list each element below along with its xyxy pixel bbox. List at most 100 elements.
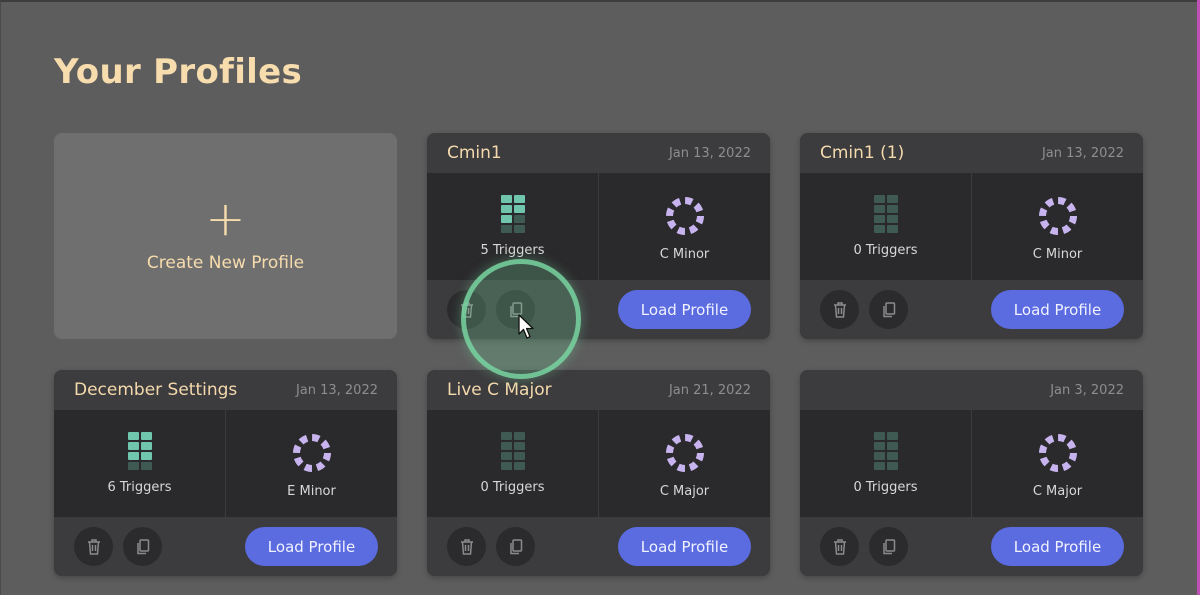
key-stat: C Major xyxy=(598,410,770,517)
grid-cell xyxy=(513,452,525,460)
grid-cell xyxy=(873,442,885,450)
load-profile-button[interactable]: Load Profile xyxy=(991,527,1124,566)
grid-cell xyxy=(886,195,898,203)
copy-icon xyxy=(509,538,522,554)
load-profile-button[interactable]: Load Profile xyxy=(245,527,378,566)
ring-icon xyxy=(665,434,704,472)
grid-cell xyxy=(127,432,139,440)
triggers-stat: 5 Triggers xyxy=(427,173,598,280)
grid-cell xyxy=(140,432,152,440)
profile-card: Cmin1 (1) Jan 13, 2022 0 Triggers C Mino… xyxy=(800,133,1143,339)
profile-card-footer: Load Profile xyxy=(800,280,1143,339)
profile-card: December Settings Jan 13, 2022 6 Trigger… xyxy=(54,370,397,576)
profile-name: December Settings xyxy=(74,380,238,400)
profile-card-header: Jan 3, 2022 xyxy=(800,370,1143,410)
profile-name: Cmin1 (1) xyxy=(820,143,905,163)
duplicate-button[interactable] xyxy=(869,527,908,566)
profile-card-header: Cmin1 (1) Jan 13, 2022 xyxy=(800,133,1143,173)
trash-icon xyxy=(833,538,846,555)
profile-card-footer: Load Profile xyxy=(427,517,770,576)
triggers-label: 0 Triggers xyxy=(853,480,918,495)
key-stat: E Minor xyxy=(225,410,397,517)
grid-cell xyxy=(500,215,512,223)
grid-cell xyxy=(500,442,512,450)
grid-cell xyxy=(886,205,898,213)
profile-stats: 0 Triggers C Major xyxy=(427,410,770,517)
triggers-stat: 0 Triggers xyxy=(427,410,598,517)
profile-stats: 5 Triggers C Minor xyxy=(427,173,770,280)
profile-card-footer: Load Profile xyxy=(427,280,770,339)
grid-cell xyxy=(886,452,898,460)
grid-cell xyxy=(500,195,512,203)
copy-icon xyxy=(882,538,895,554)
grid-cell xyxy=(513,215,525,223)
key-stat: C Major xyxy=(971,410,1143,517)
load-profile-button[interactable]: Load Profile xyxy=(618,527,751,566)
grid-cell xyxy=(500,205,512,213)
profile-card-footer: Load Profile xyxy=(54,517,397,576)
grid-cell xyxy=(873,462,885,470)
grid-cell xyxy=(873,225,885,233)
key-label: C Minor xyxy=(1032,247,1083,262)
duplicate-button[interactable] xyxy=(496,290,535,329)
trash-icon xyxy=(460,538,473,555)
trash-icon xyxy=(87,538,100,555)
key-label: C Minor xyxy=(659,247,710,262)
profile-card-footer: Load Profile xyxy=(800,517,1143,576)
duplicate-button[interactable] xyxy=(123,527,162,566)
delete-button[interactable] xyxy=(820,527,859,566)
grid-cell xyxy=(886,225,898,233)
profile-stats: 0 Triggers C Minor xyxy=(800,173,1143,280)
grid-cell xyxy=(873,452,885,460)
create-new-profile-card[interactable]: + Create New Profile xyxy=(54,133,397,339)
grid-cell xyxy=(140,462,152,470)
profile-date: Jan 13, 2022 xyxy=(1041,145,1124,161)
copy-icon xyxy=(509,301,522,317)
delete-button[interactable] xyxy=(447,290,486,329)
plus-icon: + xyxy=(205,191,246,247)
ring-icon xyxy=(1038,197,1077,235)
profile-card-header: Live C Major Jan 21, 2022 xyxy=(427,370,770,410)
trash-icon xyxy=(833,301,846,318)
profile-stats: 6 Triggers E Minor xyxy=(54,410,397,517)
profile-card: Jan 3, 2022 0 Triggers C Major Load Prof… xyxy=(800,370,1143,576)
profile-date: Jan 13, 2022 xyxy=(295,382,378,398)
triggers-stat: 0 Triggers xyxy=(800,410,971,517)
grid-cell xyxy=(886,215,898,223)
triggers-label: 5 Triggers xyxy=(480,243,545,258)
load-profile-button[interactable]: Load Profile xyxy=(991,290,1124,329)
trash-icon xyxy=(460,301,473,318)
grid-cell xyxy=(500,225,512,233)
grid-cell xyxy=(873,432,885,440)
grid-cell xyxy=(513,462,525,470)
profile-name: Live C Major xyxy=(447,380,552,400)
grid-cell xyxy=(140,452,152,460)
copy-icon xyxy=(136,538,149,554)
grid-cell xyxy=(513,195,525,203)
grid-cell xyxy=(513,442,525,450)
grid-cell xyxy=(500,452,512,460)
grid-cell xyxy=(127,462,139,470)
grid-cell xyxy=(513,205,525,213)
grid-cell xyxy=(140,442,152,450)
duplicate-button[interactable] xyxy=(496,527,535,566)
profile-stats: 0 Triggers C Major xyxy=(800,410,1143,517)
delete-button[interactable] xyxy=(447,527,486,566)
grid-cell xyxy=(513,432,525,440)
create-new-profile-label: Create New Profile xyxy=(146,253,305,273)
grid-icon xyxy=(127,432,152,470)
key-label: E Minor xyxy=(287,484,336,499)
grid-cell xyxy=(500,432,512,440)
delete-button[interactable] xyxy=(820,290,859,329)
triggers-stat: 0 Triggers xyxy=(800,173,971,280)
delete-button[interactable] xyxy=(74,527,113,566)
grid-cell xyxy=(886,462,898,470)
key-label: C Major xyxy=(659,484,710,499)
profile-date: Jan 13, 2022 xyxy=(668,145,751,161)
grid-cell xyxy=(500,462,512,470)
duplicate-button[interactable] xyxy=(869,290,908,329)
profile-date: Jan 21, 2022 xyxy=(668,382,751,398)
triggers-label: 0 Triggers xyxy=(480,480,545,495)
load-profile-button[interactable]: Load Profile xyxy=(618,290,751,329)
grid-icon xyxy=(873,432,898,470)
